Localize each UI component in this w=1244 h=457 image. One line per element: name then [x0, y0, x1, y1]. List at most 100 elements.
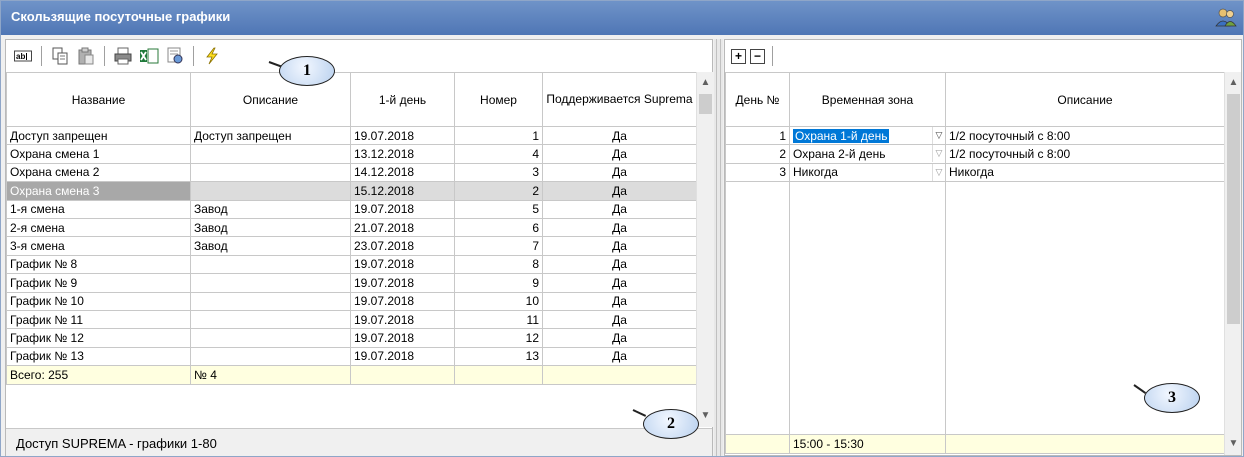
column-header[interactable]: 1-й день: [350, 72, 455, 127]
table-cell[interactable]: 10: [454, 291, 543, 311]
scroll-thumb[interactable]: [699, 94, 712, 114]
table-cell[interactable]: 19.07.2018: [350, 346, 455, 367]
table-cell[interactable]: [190, 144, 351, 164]
table-row[interactable]: Доступ запрещен Доступ запрещен 19.07.2018…: [6, 125, 697, 146]
table-cell[interactable]: 2: [454, 181, 543, 201]
description-cell[interactable]: Никогда: [945, 162, 1225, 183]
table-cell[interactable]: 19.07.2018: [350, 199, 455, 219]
table-cell[interactable]: 15.12.2018: [350, 181, 455, 201]
description-cell[interactable]: 1/2 посуточный с 8:00: [945, 125, 1225, 146]
table-row[interactable]: График № 11 19.07.2018 11 Да: [6, 309, 697, 330]
table-row[interactable]: Охрана смена 2 14.12.2018 3 Да: [6, 162, 697, 183]
time-zone-cell[interactable]: Никогда ▽: [789, 162, 946, 183]
table-cell[interactable]: 3-я смена: [6, 236, 191, 256]
table-cell[interactable]: Да: [542, 291, 697, 311]
table-cell[interactable]: Да: [542, 273, 697, 293]
table-row[interactable]: Охрана смена 3 15.12.2018 2 Да: [6, 181, 697, 201]
table-cell[interactable]: 4: [454, 144, 543, 164]
table-cell[interactable]: 6: [454, 217, 543, 238]
description-cell[interactable]: 1/2 посуточный с 8:00: [945, 144, 1225, 164]
table-row[interactable]: 2 Охрана 2-й день ▽ 1/2 посуточный с 8:00: [725, 144, 1225, 164]
table-cell[interactable]: Да: [542, 254, 697, 275]
table-cell[interactable]: Охрана смена 3: [6, 181, 191, 201]
table-cell[interactable]: 2-я смена: [6, 217, 191, 238]
table-row[interactable]: 1 Охрана 1-й день ▽ 1/2 посуточный с 8:00: [725, 125, 1225, 146]
table-cell[interactable]: 23.07.2018: [350, 236, 455, 256]
table-cell[interactable]: 7: [454, 236, 543, 256]
rename-button[interactable]: ab: [12, 45, 34, 67]
table-cell[interactable]: 19.07.2018: [350, 273, 455, 293]
table-cell[interactable]: Завод: [190, 236, 351, 256]
table-cell[interactable]: График № 8: [6, 254, 191, 275]
pane-splitter[interactable]: [714, 39, 723, 456]
table-cell[interactable]: Да: [542, 346, 697, 367]
paste-button[interactable]: [75, 45, 97, 67]
table-row[interactable]: График № 8 19.07.2018 8 Да: [6, 254, 697, 275]
table-cell[interactable]: 19.07.2018: [350, 254, 455, 275]
scroll-up-icon[interactable]: ▲: [697, 74, 714, 91]
table-cell[interactable]: Да: [542, 236, 697, 256]
users-icon[interactable]: [1215, 7, 1237, 27]
table-cell[interactable]: 5: [454, 199, 543, 219]
table-cell[interactable]: Да: [542, 144, 697, 164]
scroll-down-icon[interactable]: ▼: [697, 407, 714, 424]
table-cell[interactable]: 9: [454, 273, 543, 293]
table-cell[interactable]: Доступ запрещен: [6, 125, 191, 146]
table-cell[interactable]: 1-я смена: [6, 199, 191, 219]
table-row[interactable]: 3-я смена Завод 23.07.2018 7 Да: [6, 236, 697, 256]
table-cell[interactable]: 11: [454, 309, 543, 330]
table-row[interactable]: График № 13 19.07.2018 13 Да: [6, 346, 697, 367]
table-cell[interactable]: 19.07.2018: [350, 291, 455, 311]
table-cell[interactable]: [190, 254, 351, 275]
table-cell[interactable]: Завод: [190, 199, 351, 219]
table-cell[interactable]: 13.12.2018: [350, 144, 455, 164]
days-scrollbar[interactable]: ▲ ▼: [1224, 72, 1241, 455]
day-number-cell[interactable]: 1: [725, 125, 790, 146]
table-cell[interactable]: [190, 309, 351, 330]
table-cell[interactable]: [190, 273, 351, 293]
table-cell[interactable]: 3: [454, 162, 543, 183]
table-row[interactable]: График № 10 19.07.2018 10 Да: [6, 291, 697, 311]
table-cell[interactable]: 19.07.2018: [350, 328, 455, 348]
table-cell[interactable]: Да: [542, 217, 697, 238]
table-cell[interactable]: Да: [542, 309, 697, 330]
table-cell[interactable]: [190, 291, 351, 311]
table-cell[interactable]: Охрана смена 2: [6, 162, 191, 183]
table-cell[interactable]: График № 13: [6, 346, 191, 367]
table-row[interactable]: 2-я смена Завод 21.07.2018 6 Да: [6, 217, 697, 238]
scroll-down-icon[interactable]: ▼: [1225, 435, 1242, 452]
column-header[interactable]: Название: [6, 72, 191, 127]
table-cell[interactable]: График № 11: [6, 309, 191, 330]
table-cell[interactable]: 21.07.2018: [350, 217, 455, 238]
table-cell[interactable]: [190, 181, 351, 201]
table-cell[interactable]: [190, 162, 351, 183]
chevron-down-icon[interactable]: ▽: [932, 145, 945, 163]
table-cell[interactable]: Да: [542, 125, 697, 146]
chevron-down-icon[interactable]: ▽: [932, 164, 945, 181]
scroll-up-icon[interactable]: ▲: [1225, 74, 1242, 91]
table-cell[interactable]: Да: [542, 181, 697, 201]
column-header[interactable]: День №: [725, 72, 790, 127]
chevron-down-icon[interactable]: ▽: [932, 127, 945, 144]
table-cell[interactable]: Да: [542, 328, 697, 348]
table-cell[interactable]: 8: [454, 254, 543, 275]
table-cell[interactable]: Доступ запрещен: [190, 125, 351, 146]
table-cell[interactable]: Да: [542, 199, 697, 219]
apply-button[interactable]: [201, 45, 223, 67]
column-header[interactable]: Временная зона: [789, 72, 946, 127]
table-cell[interactable]: Охрана смена 1: [6, 144, 191, 164]
export-button[interactable]: [164, 45, 186, 67]
table-cell[interactable]: Завод: [190, 217, 351, 238]
column-header[interactable]: Описание: [945, 72, 1225, 127]
table-cell[interactable]: График № 10: [6, 291, 191, 311]
time-zone-cell[interactable]: Охрана 1-й день ▽: [789, 125, 946, 146]
table-cell[interactable]: [190, 346, 351, 367]
add-row-icon[interactable]: +: [731, 48, 746, 64]
schedules-scrollbar[interactable]: ▲ ▼: [696, 72, 713, 427]
scroll-thumb[interactable]: [1227, 94, 1240, 324]
table-cell[interactable]: 19.07.2018: [350, 125, 455, 146]
table-cell[interactable]: 1: [454, 125, 543, 146]
day-number-cell[interactable]: 3: [725, 162, 790, 183]
table-cell[interactable]: 19.07.2018: [350, 309, 455, 330]
table-cell[interactable]: 12: [454, 328, 543, 348]
